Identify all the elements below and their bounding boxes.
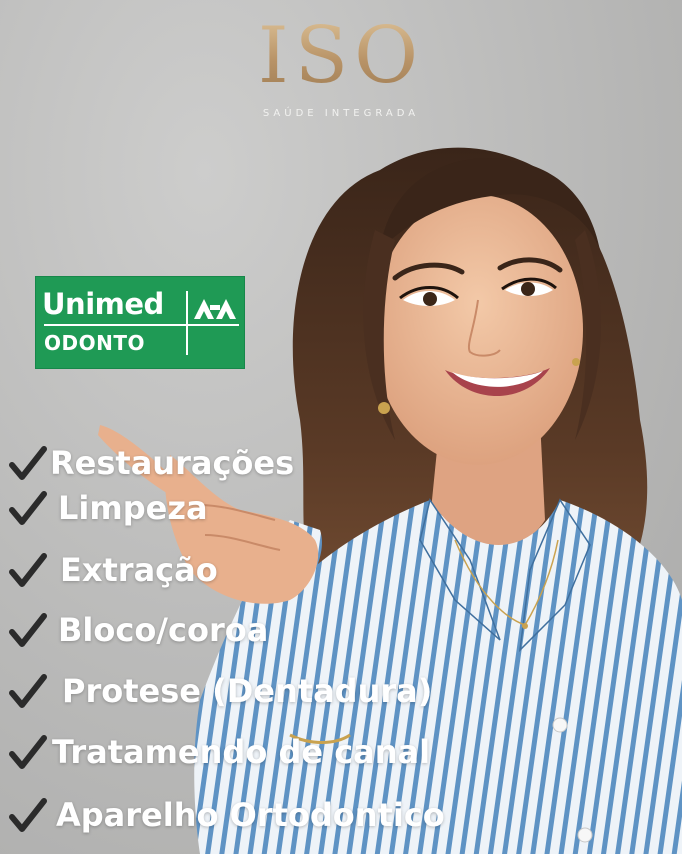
check-icon: [9, 674, 47, 708]
service-label: Bloco/coroa: [58, 611, 269, 649]
list-item: Tratamendo de canal: [8, 727, 430, 777]
list-item: Aparelho Ortodontico: [8, 790, 445, 840]
list-item: Bloco/coroa: [8, 605, 268, 655]
list-item: Limpeza: [8, 483, 208, 533]
service-label: Restaurações: [50, 444, 295, 482]
service-label: Protese (Dentadura): [62, 672, 433, 710]
list-item: Restaurações: [8, 438, 294, 488]
list-item: Extração: [8, 545, 218, 595]
unimed-wordmark: Unimed: [42, 287, 164, 321]
check-icon: [9, 735, 47, 769]
smiling-woman-photo: [98, 147, 682, 854]
list-item: Protese (Dentadura): [8, 666, 432, 716]
service-label: Tratamendo de canal: [52, 733, 431, 771]
check-icon: [9, 446, 47, 480]
check-icon: [9, 798, 47, 832]
service-label: Aparelho Ortodontico: [56, 796, 445, 834]
logo-divider-horizontal: [44, 324, 239, 326]
unimed-tree-icon: [194, 299, 236, 319]
check-icon: [9, 491, 47, 525]
brand-header: ISO SAÚDE INTEGRADA: [0, 10, 682, 119]
unimed-odonto-label: ODONTO: [44, 331, 145, 355]
brand-logo-mark: ISO: [0, 10, 682, 102]
service-label: Extração: [60, 551, 218, 589]
check-icon: [9, 613, 47, 647]
unimed-odonto-logo: Unimed ODONTO: [35, 276, 245, 369]
service-label: Limpeza: [58, 489, 208, 527]
brand-tagline: SAÚDE INTEGRADA: [262, 108, 420, 119]
flyer-canvas: ISO SAÚDE INTEGRADA Unimed ODONTO Restau…: [0, 0, 682, 854]
check-icon: [9, 553, 47, 587]
logo-divider-vertical: [186, 291, 188, 355]
